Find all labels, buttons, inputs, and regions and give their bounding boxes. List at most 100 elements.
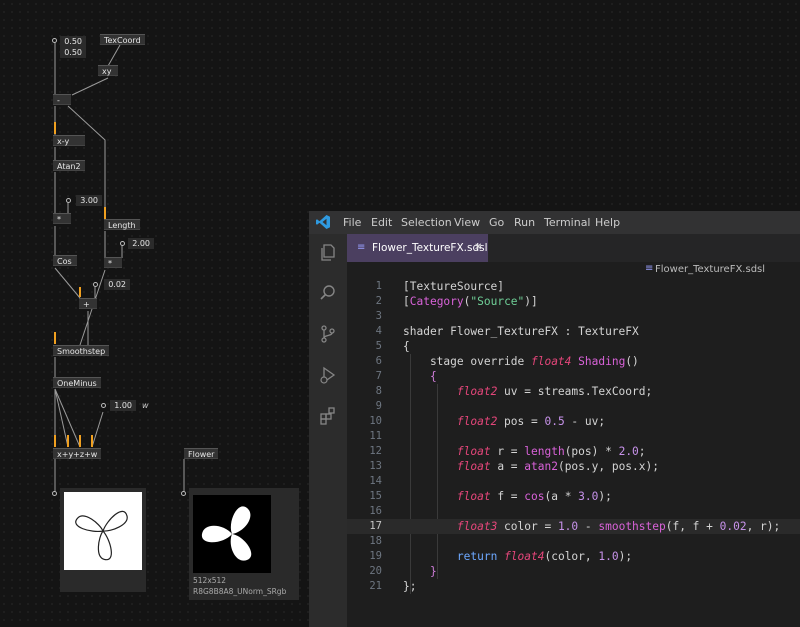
value-box-2[interactable]: 2.00 xyxy=(128,238,154,249)
menu-bar: File Edit Selection View Go Run Terminal… xyxy=(309,211,800,234)
node-atan2[interactable]: Atan2 xyxy=(53,160,85,171)
code-text: [Category("Source")] xyxy=(403,294,538,309)
code-text: float3 color = 1.0 - smoothstep(f, f + 0… xyxy=(403,519,780,534)
line-number: 9 xyxy=(375,400,382,412)
breadcrumb[interactable]: ≡ Flower_TextureFX.sdsl xyxy=(347,262,800,279)
menu-run[interactable]: Run xyxy=(514,211,535,234)
code-token: 1.0 xyxy=(598,550,619,563)
node-x-minus-y[interactable]: x-y xyxy=(53,135,85,146)
code-line[interactable]: 15 float f = cos(a * 3.0); xyxy=(347,489,800,504)
code-line[interactable]: 19 return float4(color, 1.0); xyxy=(347,549,800,564)
node-flower[interactable]: Flower xyxy=(184,448,219,459)
menu-help[interactable]: Help xyxy=(595,211,620,234)
code-token: }; xyxy=(403,580,417,593)
value-pin[interactable] xyxy=(52,38,57,43)
flower-filled-image xyxy=(193,495,271,573)
node-texcoord[interactable]: TexCoord xyxy=(100,34,145,45)
value-pin[interactable] xyxy=(93,282,98,287)
code-line[interactable]: 18 xyxy=(347,534,800,549)
pin-highlight xyxy=(67,435,69,447)
run-debug-icon[interactable] xyxy=(318,365,338,385)
code-line[interactable]: 1 [TextureSource] xyxy=(347,279,800,294)
code-line[interactable]: 2 [Category("Source")] xyxy=(347,294,800,309)
code-token: (color, xyxy=(544,550,599,563)
node-smoothstep[interactable]: Smoothstep xyxy=(53,345,110,356)
code-token: - xyxy=(578,520,599,533)
node-oneminus[interactable]: OneMinus xyxy=(53,377,101,388)
menu-selection[interactable]: Selection xyxy=(401,211,452,234)
node-join[interactable]: x+y+z+w xyxy=(53,448,102,459)
code-text: float a = atan2(pos.y, pos.x); xyxy=(403,459,659,474)
value-box-w[interactable]: 1.00 xyxy=(110,400,136,411)
code-editor[interactable]: 1 [TextureSource] 2 [Category("Source")] 3 4 s… xyxy=(347,279,800,627)
code-line[interactable]: 13 float a = atan2(pos.y, pos.x); xyxy=(347,459,800,474)
code-line[interactable]: 5{ xyxy=(347,339,800,354)
code-token: float2 xyxy=(456,415,498,428)
code-line[interactable]: 3 xyxy=(347,309,800,324)
value-pin[interactable] xyxy=(101,403,106,408)
code-token: smoothstep xyxy=(598,520,666,533)
menu-view[interactable]: View xyxy=(454,211,480,234)
line-number: 1 xyxy=(375,280,382,292)
pin-highlight xyxy=(91,435,93,447)
code-token: )] xyxy=(524,295,538,308)
code-line[interactable]: 10 float2 pos = 0.5 - uv; xyxy=(347,414,800,429)
value-pin[interactable] xyxy=(66,198,71,203)
code-token: 0.02 xyxy=(719,520,747,533)
tab-flower-texturefx[interactable]: ≡ Flower_TextureFX.sdsl ✕ xyxy=(347,234,488,262)
code-token: length xyxy=(524,445,565,458)
menu-file[interactable]: File xyxy=(343,211,361,234)
node-subtract[interactable]: - xyxy=(53,94,71,105)
output-pin[interactable] xyxy=(52,491,57,496)
code-line[interactable]: 17 float3 color = 1.0 - smoothstep(f, f … xyxy=(347,519,800,534)
code-line[interactable]: 16 xyxy=(347,504,800,519)
explorer-icon[interactable] xyxy=(318,242,338,262)
extensions-icon[interactable] xyxy=(318,406,338,426)
value-box-002[interactable]: 0.02 xyxy=(104,279,130,290)
code-text: float2 pos = 0.5 - uv; xyxy=(403,414,605,429)
value-pin[interactable] xyxy=(120,241,125,246)
code-line[interactable]: 14 xyxy=(347,474,800,489)
node-add[interactable]: + xyxy=(79,298,97,309)
value-box-y[interactable]: 0.50 xyxy=(60,47,86,58)
code-line[interactable]: 21}; xyxy=(347,579,800,594)
node-xy[interactable]: xy xyxy=(98,65,118,76)
node-multiply-2[interactable]: * xyxy=(104,257,122,268)
line-number: 3 xyxy=(375,310,382,322)
code-line[interactable]: 6 stage override float4 Shading() xyxy=(347,354,800,369)
code-token: float2 xyxy=(456,385,498,398)
tab-close-icon[interactable]: ✕ xyxy=(474,234,482,262)
code-line[interactable]: 11 xyxy=(347,429,800,444)
search-icon[interactable] xyxy=(318,283,338,303)
code-token: 2.0 xyxy=(618,445,639,458)
code-token: 0.5 xyxy=(544,415,565,428)
output-pin[interactable] xyxy=(181,491,186,496)
code-token: , r); xyxy=(746,520,781,533)
code-token: 3.0 xyxy=(578,490,599,503)
node-length[interactable]: Length xyxy=(104,219,140,230)
menu-edit[interactable]: Edit xyxy=(371,211,392,234)
tab-bar: ≡ Flower_TextureFX.sdsl ✕ xyxy=(347,234,800,262)
source-control-icon[interactable] xyxy=(318,324,338,344)
line-number: 13 xyxy=(369,460,382,472)
menu-go[interactable]: Go xyxy=(489,211,504,234)
breadcrumb-file[interactable]: Flower_TextureFX.sdsl xyxy=(655,264,765,275)
node-multiply[interactable]: * xyxy=(53,213,71,224)
value-box-x[interactable]: 0.50 xyxy=(60,36,86,47)
node-patch-canvas[interactable]: 0.50 0.50 TexCoord xy - x-y Atan2 3.00 *… xyxy=(0,0,310,627)
menu-terminal[interactable]: Terminal xyxy=(544,211,591,234)
code-line[interactable]: 7 { xyxy=(347,369,800,384)
code-line[interactable]: 4 shader Flower_TextureFX : TextureFX xyxy=(347,324,800,339)
value-box-3[interactable]: 3.00 xyxy=(76,195,102,206)
node-cos[interactable]: Cos xyxy=(53,255,77,266)
code-line[interactable]: 9 xyxy=(347,399,800,414)
code-line[interactable]: 12 float r = length(pos) * 2.0; xyxy=(347,444,800,459)
code-line[interactable]: 8 float2 uv = streams.TexCoord; xyxy=(347,384,800,399)
code-token: () xyxy=(625,355,639,368)
code-line[interactable]: 20 } xyxy=(347,564,800,579)
code-token: float xyxy=(456,445,491,458)
pin-highlight xyxy=(54,332,56,344)
